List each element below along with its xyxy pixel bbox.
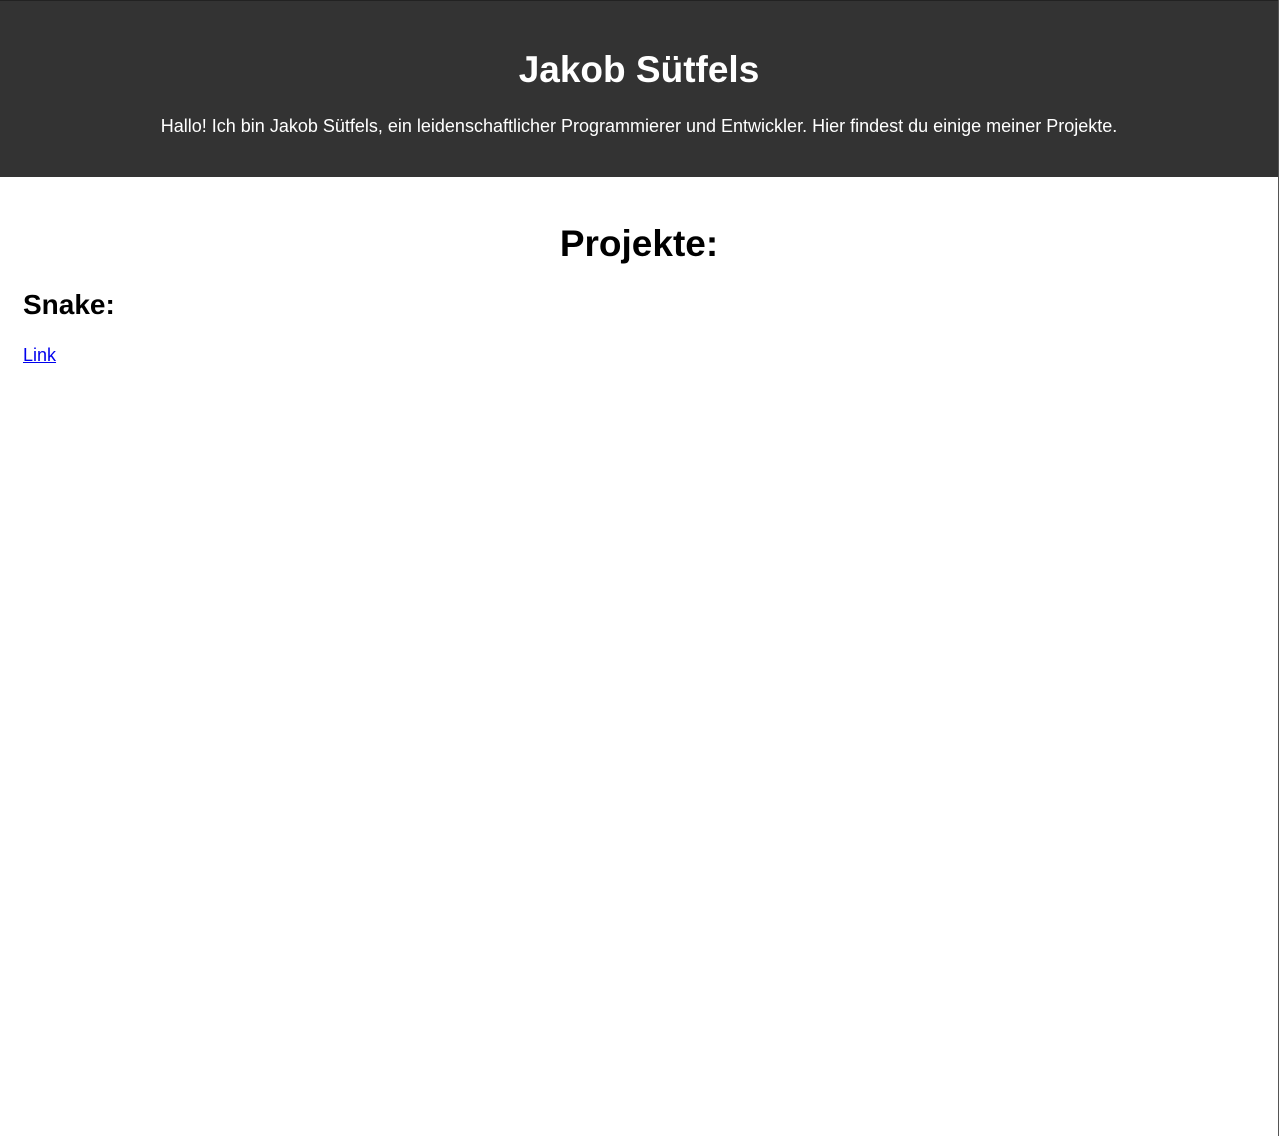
site-header: Jakob Sütfels Hallo! Ich bin Jakob Sütfe… xyxy=(0,0,1278,177)
intro-text: Hallo! Ich bin Jakob Sütfels, ein leiden… xyxy=(160,116,1118,136)
project-link-snake[interactable]: Link xyxy=(23,344,56,366)
site-title: Jakob Sütfels xyxy=(518,49,760,90)
page: Jakob Sütfels Hallo! Ich bin Jakob Sütfe… xyxy=(0,0,1279,1136)
project-title-snake: Snake: xyxy=(23,289,115,320)
projects-heading: Projekte: xyxy=(559,223,719,264)
